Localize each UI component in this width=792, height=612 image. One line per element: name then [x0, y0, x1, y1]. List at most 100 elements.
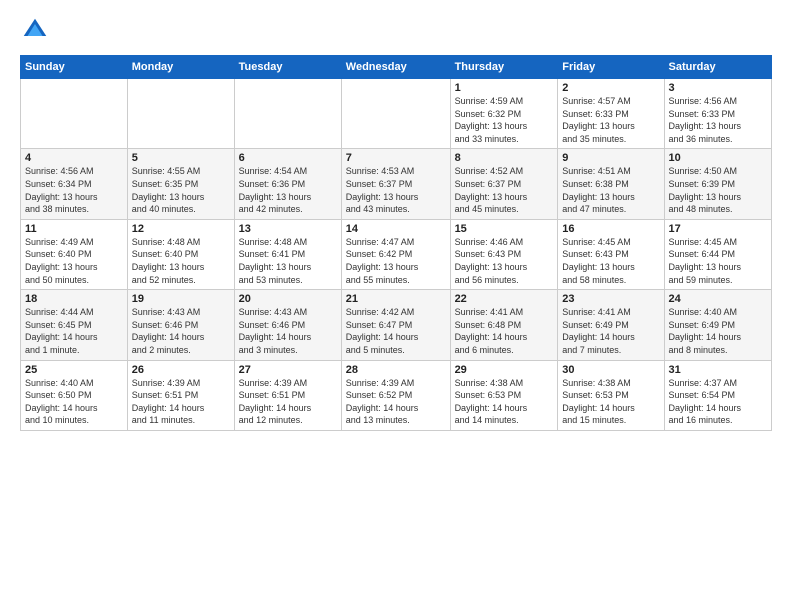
day-cell: 29Sunrise: 4:38 AMSunset: 6:53 PMDayligh…	[450, 360, 558, 430]
day-number: 11	[25, 223, 123, 235]
day-number: 17	[669, 223, 767, 235]
day-cell: 19Sunrise: 4:43 AMSunset: 6:46 PMDayligh…	[127, 290, 234, 360]
day-cell	[341, 79, 450, 149]
day-info: Sunrise: 4:38 AMSunset: 6:53 PMDaylight:…	[455, 377, 554, 427]
header-day-tuesday: Tuesday	[234, 56, 341, 79]
day-number: 20	[239, 293, 337, 305]
header	[20, 15, 772, 45]
day-info: Sunrise: 4:45 AMSunset: 6:43 PMDaylight:…	[562, 236, 659, 286]
day-info: Sunrise: 4:52 AMSunset: 6:37 PMDaylight:…	[455, 165, 554, 215]
day-number: 21	[346, 293, 446, 305]
day-info: Sunrise: 4:39 AMSunset: 6:52 PMDaylight:…	[346, 377, 446, 427]
day-number: 14	[346, 223, 446, 235]
day-number: 16	[562, 223, 659, 235]
day-cell: 24Sunrise: 4:40 AMSunset: 6:49 PMDayligh…	[664, 290, 771, 360]
day-cell: 1Sunrise: 4:59 AMSunset: 6:32 PMDaylight…	[450, 79, 558, 149]
calendar-header: SundayMondayTuesdayWednesdayThursdayFrid…	[21, 56, 772, 79]
day-cell: 27Sunrise: 4:39 AMSunset: 6:51 PMDayligh…	[234, 360, 341, 430]
day-info: Sunrise: 4:59 AMSunset: 6:32 PMDaylight:…	[455, 95, 554, 145]
day-cell: 28Sunrise: 4:39 AMSunset: 6:52 PMDayligh…	[341, 360, 450, 430]
day-info: Sunrise: 4:37 AMSunset: 6:54 PMDaylight:…	[669, 377, 767, 427]
day-cell: 26Sunrise: 4:39 AMSunset: 6:51 PMDayligh…	[127, 360, 234, 430]
day-cell: 17Sunrise: 4:45 AMSunset: 6:44 PMDayligh…	[664, 219, 771, 289]
day-info: Sunrise: 4:40 AMSunset: 6:50 PMDaylight:…	[25, 377, 123, 427]
day-cell: 7Sunrise: 4:53 AMSunset: 6:37 PMDaylight…	[341, 149, 450, 219]
day-info: Sunrise: 4:56 AMSunset: 6:33 PMDaylight:…	[669, 95, 767, 145]
day-cell: 30Sunrise: 4:38 AMSunset: 6:53 PMDayligh…	[558, 360, 664, 430]
week-row-4: 18Sunrise: 4:44 AMSunset: 6:45 PMDayligh…	[21, 290, 772, 360]
header-day-monday: Monday	[127, 56, 234, 79]
day-info: Sunrise: 4:45 AMSunset: 6:44 PMDaylight:…	[669, 236, 767, 286]
day-number: 26	[132, 364, 230, 376]
day-cell: 2Sunrise: 4:57 AMSunset: 6:33 PMDaylight…	[558, 79, 664, 149]
header-day-thursday: Thursday	[450, 56, 558, 79]
day-cell	[234, 79, 341, 149]
day-number: 3	[669, 82, 767, 94]
day-info: Sunrise: 4:56 AMSunset: 6:34 PMDaylight:…	[25, 165, 123, 215]
day-cell: 14Sunrise: 4:47 AMSunset: 6:42 PMDayligh…	[341, 219, 450, 289]
day-info: Sunrise: 4:43 AMSunset: 6:46 PMDaylight:…	[239, 306, 337, 356]
day-info: Sunrise: 4:39 AMSunset: 6:51 PMDaylight:…	[132, 377, 230, 427]
day-cell: 15Sunrise: 4:46 AMSunset: 6:43 PMDayligh…	[450, 219, 558, 289]
day-cell: 10Sunrise: 4:50 AMSunset: 6:39 PMDayligh…	[664, 149, 771, 219]
day-cell: 5Sunrise: 4:55 AMSunset: 6:35 PMDaylight…	[127, 149, 234, 219]
calendar-body: 1Sunrise: 4:59 AMSunset: 6:32 PMDaylight…	[21, 79, 772, 431]
header-day-friday: Friday	[558, 56, 664, 79]
day-number: 18	[25, 293, 123, 305]
day-info: Sunrise: 4:49 AMSunset: 6:40 PMDaylight:…	[25, 236, 123, 286]
day-cell	[127, 79, 234, 149]
day-number: 8	[455, 152, 554, 164]
header-day-saturday: Saturday	[664, 56, 771, 79]
day-number: 25	[25, 364, 123, 376]
day-info: Sunrise: 4:44 AMSunset: 6:45 PMDaylight:…	[25, 306, 123, 356]
day-cell: 21Sunrise: 4:42 AMSunset: 6:47 PMDayligh…	[341, 290, 450, 360]
week-row-5: 25Sunrise: 4:40 AMSunset: 6:50 PMDayligh…	[21, 360, 772, 430]
day-cell: 23Sunrise: 4:41 AMSunset: 6:49 PMDayligh…	[558, 290, 664, 360]
day-cell: 12Sunrise: 4:48 AMSunset: 6:40 PMDayligh…	[127, 219, 234, 289]
day-cell	[21, 79, 128, 149]
day-info: Sunrise: 4:51 AMSunset: 6:38 PMDaylight:…	[562, 165, 659, 215]
day-number: 24	[669, 293, 767, 305]
day-number: 1	[455, 82, 554, 94]
day-number: 27	[239, 364, 337, 376]
day-cell: 13Sunrise: 4:48 AMSunset: 6:41 PMDayligh…	[234, 219, 341, 289]
day-info: Sunrise: 4:43 AMSunset: 6:46 PMDaylight:…	[132, 306, 230, 356]
day-number: 10	[669, 152, 767, 164]
day-info: Sunrise: 4:54 AMSunset: 6:36 PMDaylight:…	[239, 165, 337, 215]
week-row-2: 4Sunrise: 4:56 AMSunset: 6:34 PMDaylight…	[21, 149, 772, 219]
day-info: Sunrise: 4:47 AMSunset: 6:42 PMDaylight:…	[346, 236, 446, 286]
day-cell: 9Sunrise: 4:51 AMSunset: 6:38 PMDaylight…	[558, 149, 664, 219]
day-cell: 6Sunrise: 4:54 AMSunset: 6:36 PMDaylight…	[234, 149, 341, 219]
day-info: Sunrise: 4:46 AMSunset: 6:43 PMDaylight:…	[455, 236, 554, 286]
day-info: Sunrise: 4:48 AMSunset: 6:40 PMDaylight:…	[132, 236, 230, 286]
day-cell: 22Sunrise: 4:41 AMSunset: 6:48 PMDayligh…	[450, 290, 558, 360]
day-info: Sunrise: 4:50 AMSunset: 6:39 PMDaylight:…	[669, 165, 767, 215]
day-info: Sunrise: 4:41 AMSunset: 6:48 PMDaylight:…	[455, 306, 554, 356]
day-number: 31	[669, 364, 767, 376]
day-cell: 31Sunrise: 4:37 AMSunset: 6:54 PMDayligh…	[664, 360, 771, 430]
day-cell: 20Sunrise: 4:43 AMSunset: 6:46 PMDayligh…	[234, 290, 341, 360]
day-number: 5	[132, 152, 230, 164]
calendar-table: SundayMondayTuesdayWednesdayThursdayFrid…	[20, 55, 772, 431]
day-number: 6	[239, 152, 337, 164]
day-cell: 3Sunrise: 4:56 AMSunset: 6:33 PMDaylight…	[664, 79, 771, 149]
day-number: 4	[25, 152, 123, 164]
day-info: Sunrise: 4:42 AMSunset: 6:47 PMDaylight:…	[346, 306, 446, 356]
day-number: 28	[346, 364, 446, 376]
logo-icon	[20, 15, 50, 45]
day-cell: 25Sunrise: 4:40 AMSunset: 6:50 PMDayligh…	[21, 360, 128, 430]
day-cell: 18Sunrise: 4:44 AMSunset: 6:45 PMDayligh…	[21, 290, 128, 360]
day-cell: 8Sunrise: 4:52 AMSunset: 6:37 PMDaylight…	[450, 149, 558, 219]
day-number: 23	[562, 293, 659, 305]
header-row: SundayMondayTuesdayWednesdayThursdayFrid…	[21, 56, 772, 79]
week-row-3: 11Sunrise: 4:49 AMSunset: 6:40 PMDayligh…	[21, 219, 772, 289]
day-cell: 4Sunrise: 4:56 AMSunset: 6:34 PMDaylight…	[21, 149, 128, 219]
day-info: Sunrise: 4:41 AMSunset: 6:49 PMDaylight:…	[562, 306, 659, 356]
day-number: 19	[132, 293, 230, 305]
day-number: 12	[132, 223, 230, 235]
day-cell: 16Sunrise: 4:45 AMSunset: 6:43 PMDayligh…	[558, 219, 664, 289]
day-number: 9	[562, 152, 659, 164]
day-info: Sunrise: 4:38 AMSunset: 6:53 PMDaylight:…	[562, 377, 659, 427]
header-day-wednesday: Wednesday	[341, 56, 450, 79]
day-info: Sunrise: 4:53 AMSunset: 6:37 PMDaylight:…	[346, 165, 446, 215]
